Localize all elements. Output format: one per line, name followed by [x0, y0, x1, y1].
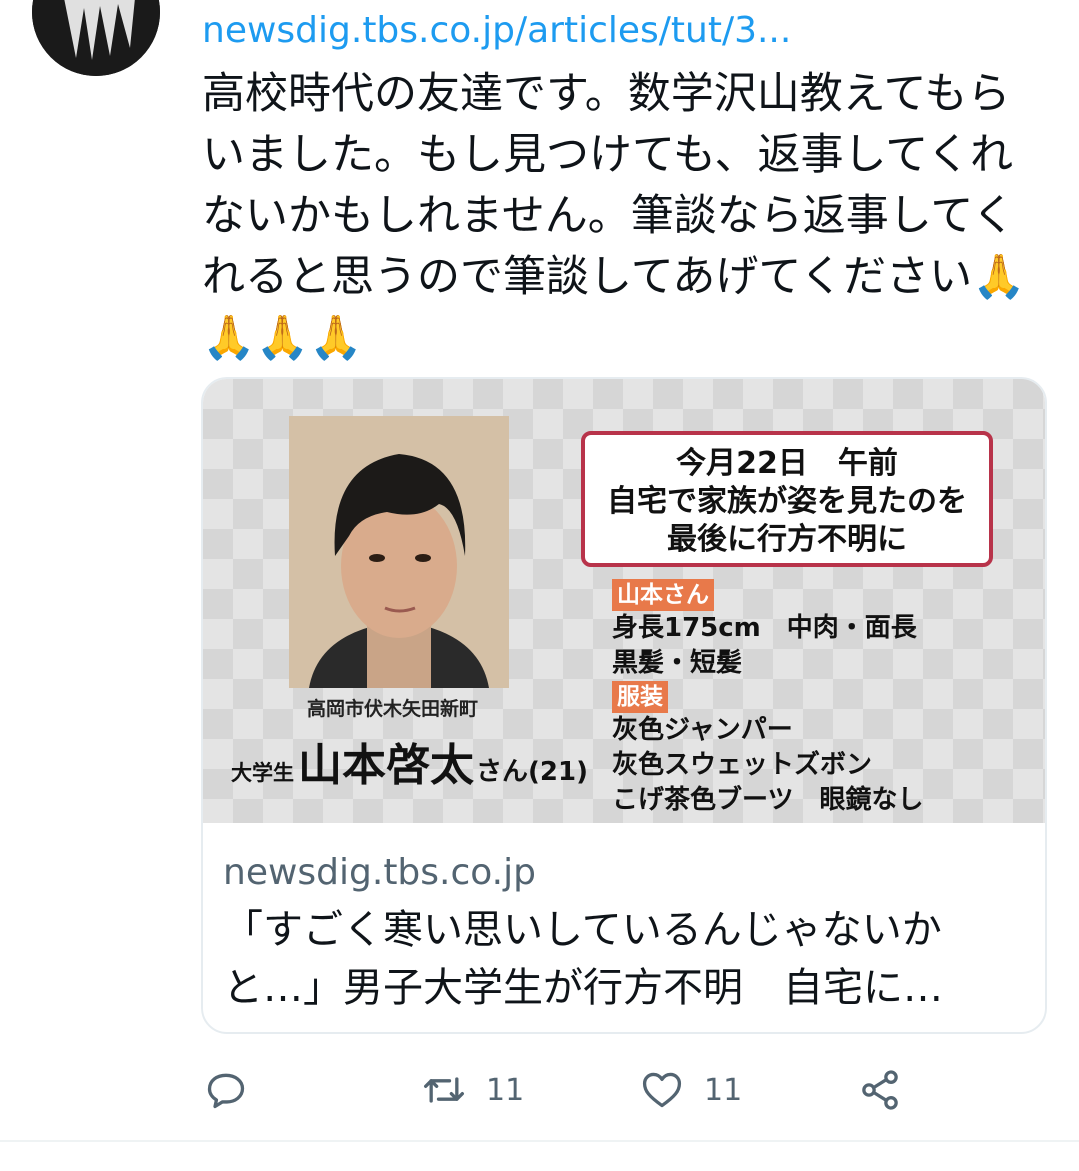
person-name: 山本啓太	[298, 740, 474, 791]
notice-line-3: 最後に行方不明に	[667, 522, 907, 557]
link-card[interactable]: 高岡市伏木矢田新町 大学生山本啓太さん(21) 今月22日 午前 自宅で家族が姿…	[201, 377, 1047, 1034]
action-bar: 11 11	[0, 1062, 1079, 1118]
hair-line: 黒髪・短髪	[612, 648, 743, 678]
share-button[interactable]	[858, 1062, 902, 1118]
height-line: 身長175cm 中肉・面長	[612, 613, 917, 643]
clothes-tag: 服装	[612, 681, 668, 713]
reply-icon	[207, 1073, 245, 1109]
retweet-button[interactable]: 11	[422, 1062, 524, 1118]
notice-line-1: 今月22日 午前	[676, 446, 898, 481]
retweet-icon	[424, 1077, 464, 1103]
card-image[interactable]: 高岡市伏木矢田新町 大学生山本啓太さん(21) 今月22日 午前 自宅で家族が姿…	[203, 379, 1045, 823]
person-prefix: 大学生	[231, 761, 294, 785]
clothes-line-2: 灰色スウェットズボン	[612, 750, 873, 780]
retweet-count: 11	[486, 1072, 525, 1108]
card-domain: newsdig.tbs.co.jp	[223, 852, 536, 893]
tweet-link[interactable]: newsdig.tbs.co.jp/articles/tut/3...	[202, 10, 791, 51]
person-photo	[289, 416, 509, 688]
clothes-line-3: こげ茶色ブーツ 眼鏡なし	[612, 785, 924, 815]
person-caption: 大学生山本啓太さん(21)	[231, 729, 588, 793]
description-panel: 山本さん 身長175cm 中肉・面長 黒髪・短髪 服装 灰色ジャンパー 灰色スウ…	[612, 579, 923, 818]
avatar[interactable]	[32, 0, 160, 76]
card-footer[interactable]: newsdig.tbs.co.jp 「すごく寒い思いしているんじゃないかと…」男…	[223, 849, 1029, 1017]
missing-notice-box: 今月22日 午前 自宅で家族が姿を見たのを 最後に行方不明に	[581, 431, 993, 567]
like-icon	[642, 1072, 682, 1108]
reply-button[interactable]	[204, 1062, 248, 1118]
like-count: 11	[704, 1072, 743, 1108]
like-button[interactable]: 11	[640, 1062, 742, 1118]
card-title: 「すごく寒い思いしているんじゃないかと…」男子大学生が行方不明 自宅に…	[223, 907, 943, 1011]
location-caption: 高岡市伏木矢田新町	[307, 698, 479, 720]
share-icon	[862, 1070, 898, 1110]
clothes-line-1: 灰色ジャンパー	[612, 715, 793, 745]
divider	[0, 1140, 1079, 1142]
name-tag: 山本さん	[612, 579, 714, 611]
person-suffix: さん(21)	[476, 757, 588, 787]
tweet-text: 高校時代の友達です。数学沢山教えてもらいました。もし見つけても、返事してくれない…	[202, 69, 1026, 363]
notice-line-2: 自宅で家族が姿を見たのを	[607, 484, 967, 519]
